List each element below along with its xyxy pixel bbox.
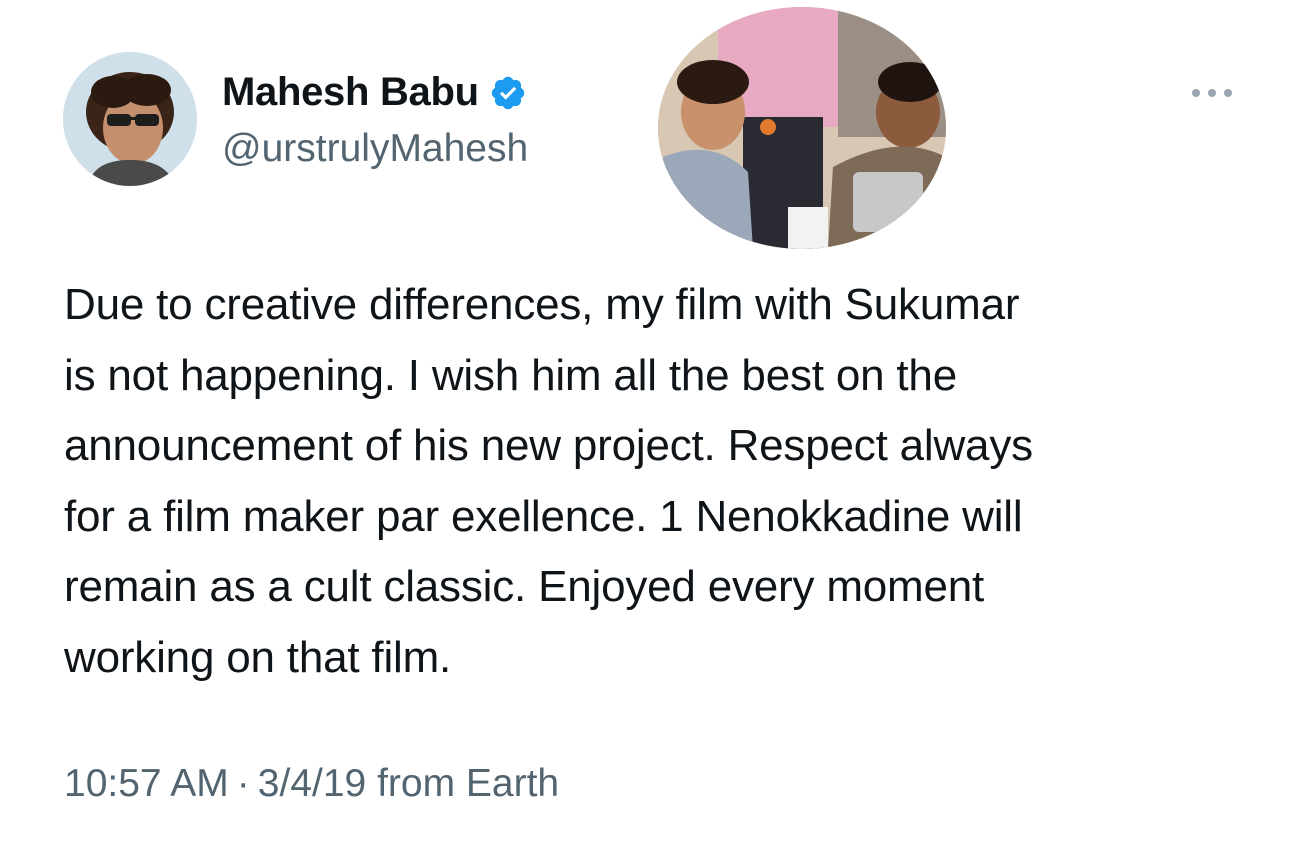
display-name[interactable]: Mahesh Babu: [222, 70, 479, 115]
tweet-text-line: is not happening. I wish him all the bes…: [64, 350, 957, 400]
photo-image: [658, 7, 946, 249]
tweet-text-line: working on that film.: [64, 632, 452, 682]
author-name-row[interactable]: Mahesh Babu: [222, 70, 527, 115]
author-handle[interactable]: @urstrulyMahesh: [222, 127, 528, 171]
tweet-time[interactable]: 10:57 AM: [64, 762, 229, 805]
inset-photo: [658, 7, 946, 249]
tweet-text: Due to creative differences, my film wit…: [64, 270, 1244, 693]
tweet-text-line: Due to creative differences, my film wit…: [64, 280, 1020, 329]
tweet-date[interactable]: 3/4/19: [258, 762, 366, 805]
more-options-icon[interactable]: [1186, 80, 1238, 106]
meta-separator: ·: [236, 762, 250, 805]
tweet-text-line: announcement of his new project. Respect…: [64, 421, 1033, 470]
verified-badge-icon: [491, 76, 524, 109]
tweet-card: Mahesh Babu @urstrulyMahesh Due to creat…: [0, 0, 1290, 850]
tweet-source: from Earth: [377, 762, 560, 805]
avatar-image: [63, 52, 197, 186]
tweet-meta: 10:57 AM · 3/4/19 from Earth: [64, 762, 559, 806]
tweet-text-line: for a film maker par exellence. 1 Nenokk…: [64, 491, 1023, 541]
tweet-text-line: remain as a cult classic. Enjoyed every …: [64, 562, 985, 611]
avatar[interactable]: [63, 52, 197, 186]
